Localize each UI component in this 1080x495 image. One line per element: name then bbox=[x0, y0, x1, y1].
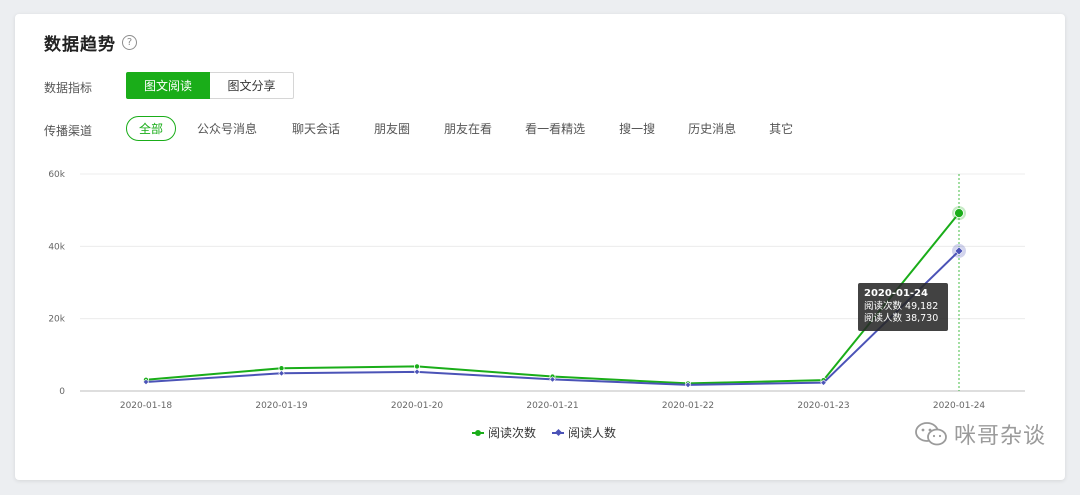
x-tick-label: 2020-01-24 bbox=[933, 401, 986, 411]
x-tick-label: 2020-01-23 bbox=[797, 401, 849, 411]
x-tick-label: 2020-01-20 bbox=[391, 401, 444, 411]
tooltip-reads: 阅读次数 49,182 bbox=[864, 301, 939, 312]
y-tick-label: 0 bbox=[59, 387, 65, 397]
legend-label-readers: 阅读人数 bbox=[568, 426, 617, 440]
data-point bbox=[413, 368, 421, 376]
x-tick-label: 2020-01-19 bbox=[255, 401, 308, 411]
x-tick-label: 2020-01-21 bbox=[526, 401, 578, 411]
x-tick-label: 2020-01-18 bbox=[120, 401, 173, 411]
legend-item-readers[interactable]: 阅读人数 bbox=[552, 424, 616, 441]
data-point bbox=[954, 208, 964, 219]
chart-legend: 阅读次数 阅读人数 bbox=[472, 424, 632, 441]
chart-tooltip: 2020-01-24 阅读次数 49,182 阅读人数 38,730 bbox=[858, 283, 948, 331]
data-point bbox=[278, 370, 285, 377]
legend-item-reads[interactable]: 阅读次数 bbox=[472, 424, 536, 441]
data-point bbox=[278, 365, 285, 372]
tooltip-readers: 阅读人数 38,730 bbox=[864, 313, 939, 324]
data-trend-card: 数据趋势 ? 数据指标 图文阅读 图文分享 传播渠道 全部 公众号消息 聊天会话… bbox=[15, 14, 1065, 480]
data-point bbox=[413, 363, 420, 370]
x-tick-label: 2020-01-22 bbox=[662, 401, 714, 411]
legend-line-diamond-icon bbox=[552, 428, 565, 437]
watermark: 咪哥杂谈 bbox=[914, 418, 1046, 450]
watermark-text: 咪哥杂谈 bbox=[953, 424, 1046, 449]
trend-line-chart: 0 20k 40k 60k 2020-01-18 2020-01-19 2020-01-20… bbox=[48, 170, 1025, 411]
y-tick-label: 20k bbox=[48, 315, 65, 325]
series-line-0 bbox=[145, 212, 960, 385]
legend-label-reads: 阅读次数 bbox=[488, 426, 537, 440]
tooltip-date: 2020-01-24 bbox=[864, 288, 928, 299]
wechat-icon bbox=[915, 422, 947, 446]
y-tick-label: 40k bbox=[48, 242, 65, 252]
legend-line-dot-icon bbox=[472, 429, 484, 437]
y-tick-label: 60k bbox=[48, 170, 65, 180]
